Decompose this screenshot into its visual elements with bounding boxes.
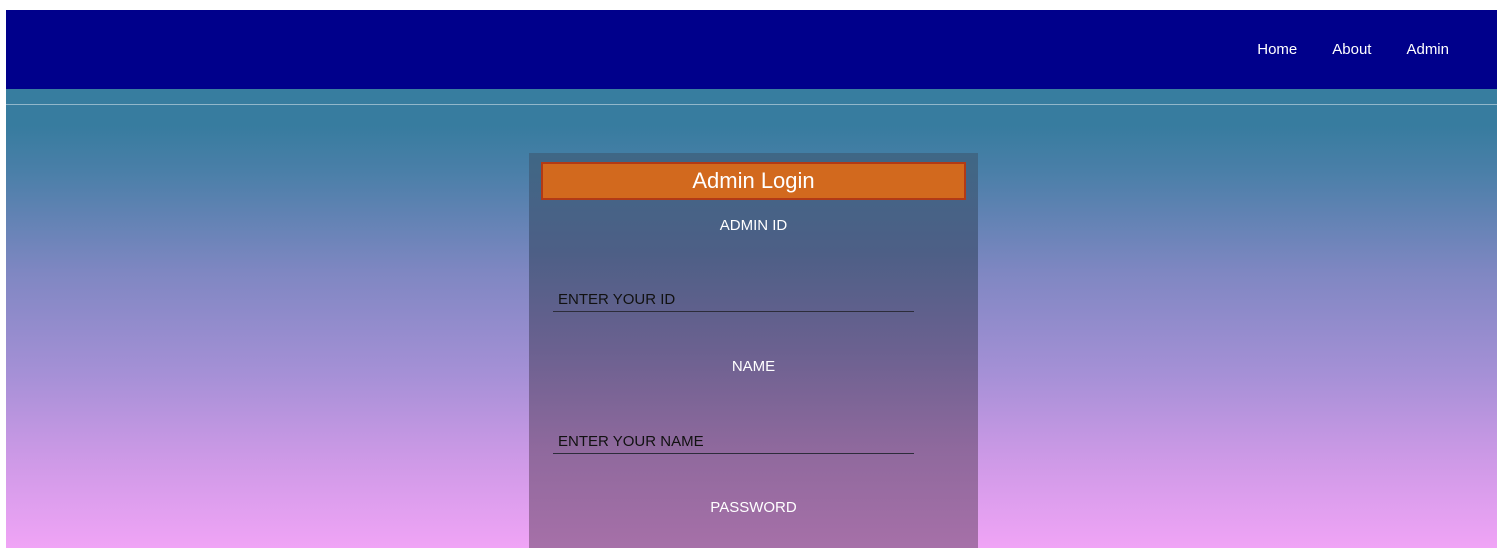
name-input[interactable] xyxy=(553,430,914,454)
nav-about-link[interactable]: About xyxy=(1332,41,1371,59)
login-title: Admin Login xyxy=(541,162,966,200)
nav-home-link[interactable]: Home xyxy=(1257,41,1297,59)
password-label: PASSWORD xyxy=(710,499,797,516)
nav-links: Home About Admin xyxy=(1257,41,1449,59)
admin-id-label: ADMIN ID xyxy=(719,217,788,234)
admin-login-card: Admin Login ADMIN ID NAME PASSWORD xyxy=(529,153,978,548)
nav-admin-link[interactable]: Admin xyxy=(1406,41,1449,59)
page: Home About Admin Admin Login ADMIN ID NA… xyxy=(0,0,1497,548)
name-label: NAME xyxy=(731,358,776,375)
admin-id-input[interactable] xyxy=(553,288,914,312)
navbar: Home About Admin xyxy=(6,10,1497,89)
hero-divider xyxy=(6,104,1497,105)
top-strip xyxy=(0,0,1497,10)
